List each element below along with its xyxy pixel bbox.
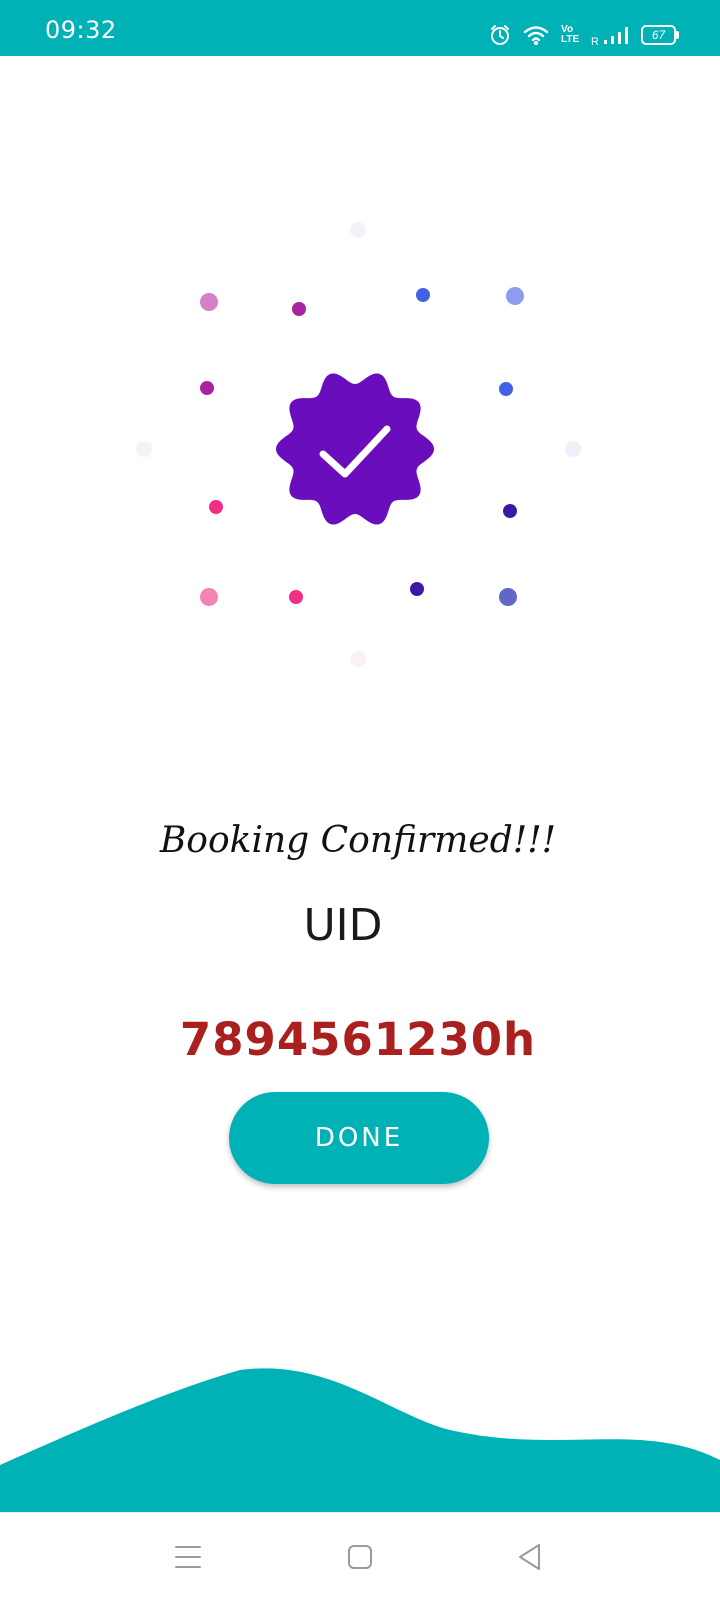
status-time: 09:32	[45, 16, 117, 44]
system-nav-bar	[0, 1512, 720, 1601]
confetti-dot	[499, 588, 517, 606]
verified-badge-icon	[276, 373, 434, 525]
confetti-dot	[410, 582, 424, 596]
status-icons: Vo LTE R 67	[489, 22, 679, 48]
confetti-dot	[350, 651, 366, 667]
home-square-icon[interactable]	[340, 1537, 380, 1577]
wifi-icon	[523, 24, 549, 46]
bottom-wave-decoration	[0, 1368, 720, 1512]
confetti-dot	[350, 222, 366, 238]
volte-icon: Vo LTE	[561, 24, 580, 45]
confetti-dot	[200, 588, 218, 606]
confetti-dot	[503, 504, 517, 518]
confetti-dot	[200, 293, 218, 311]
done-button[interactable]: DONE	[229, 1092, 489, 1184]
confetti-dot	[565, 441, 581, 457]
confetti-dot	[209, 500, 223, 514]
roaming-indicator: R	[591, 36, 599, 48]
battery-icon: 67	[641, 25, 679, 45]
confetti-dot	[499, 382, 513, 396]
confetti-dot	[506, 287, 524, 305]
uid-value: 7894561230h	[179, 1013, 537, 1066]
status-bar: 09:32 Vo LTE R 67	[0, 0, 720, 56]
confetti-dot	[136, 441, 152, 457]
confetti-dot	[292, 302, 306, 316]
booking-confirmed-title: Booking Confirmed!!!	[159, 820, 557, 861]
confetti-dot	[416, 288, 430, 302]
confetti-dot	[200, 381, 214, 395]
back-triangle-icon[interactable]	[510, 1537, 550, 1577]
signal-icon	[603, 25, 629, 45]
menu-icon[interactable]	[168, 1537, 208, 1577]
confirmation-illustration	[136, 222, 581, 667]
uid-label: UID	[303, 900, 383, 951]
alarm-icon	[489, 24, 511, 46]
confetti-dot	[289, 590, 303, 604]
